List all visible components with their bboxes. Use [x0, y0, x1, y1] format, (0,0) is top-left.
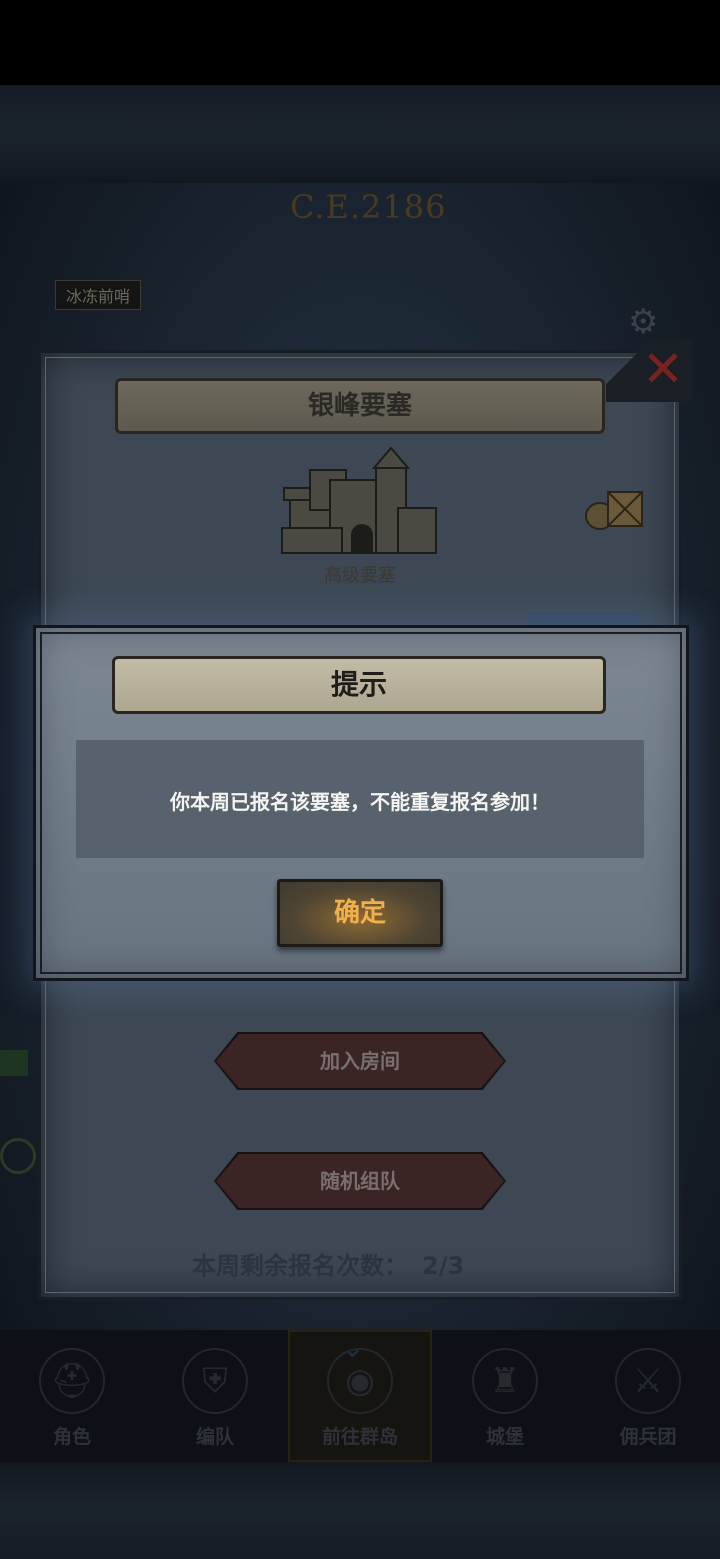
mail-icon[interactable]: [0, 1050, 28, 1076]
shield-icon: ⛨: [182, 1348, 248, 1414]
loot-chest-icon[interactable]: [584, 486, 646, 532]
nav-item-character[interactable]: ⛑ 角色: [12, 1340, 132, 1460]
fortress-title: 银峰要塞: [115, 378, 605, 434]
bottom-letterbox: [0, 1462, 720, 1559]
castle-label: 高级要塞: [324, 565, 396, 586]
status-bar-area: [0, 0, 720, 85]
close-icon[interactable]: ✕: [636, 342, 690, 396]
remaining-value: 2/3: [422, 1252, 465, 1280]
confirm-button[interactable]: 确定: [277, 879, 443, 947]
nav-item-islands[interactable]: ◉ 前往群岛: [300, 1340, 420, 1460]
helmet-icon: ⛑: [39, 1348, 105, 1414]
target-icon[interactable]: [0, 1138, 36, 1174]
remaining-registrations: 本周剩余报名次数： 2/3: [192, 1246, 464, 1281]
tower-icon: ♜: [472, 1348, 538, 1414]
nav-item-castle[interactable]: ♜ 城堡: [445, 1340, 565, 1460]
island-icon: ◉: [327, 1348, 393, 1414]
nav-item-formation[interactable]: ⛨ 编队: [155, 1340, 275, 1460]
dialog-message: 你本周已报名该要塞，不能重复报名参加！: [170, 790, 550, 814]
nav-item-mercenary[interactable]: ⚔ 佣兵团: [588, 1340, 708, 1460]
dragon-icon: ⚔: [615, 1348, 681, 1414]
remaining-label: 本周剩余报名次数：: [192, 1252, 408, 1280]
random-team-button[interactable]: 随机组队: [216, 1154, 504, 1208]
era-label: C.E.2186: [290, 188, 447, 226]
outpost-label: 冰冻前哨: [55, 280, 142, 310]
dialog-title: 提示: [112, 656, 606, 714]
gear-icon[interactable]: ⚙: [628, 302, 658, 342]
castle-icon: [281, 446, 437, 554]
top-letterbox: [0, 85, 720, 183]
join-room-button[interactable]: 加入房间: [216, 1034, 504, 1088]
